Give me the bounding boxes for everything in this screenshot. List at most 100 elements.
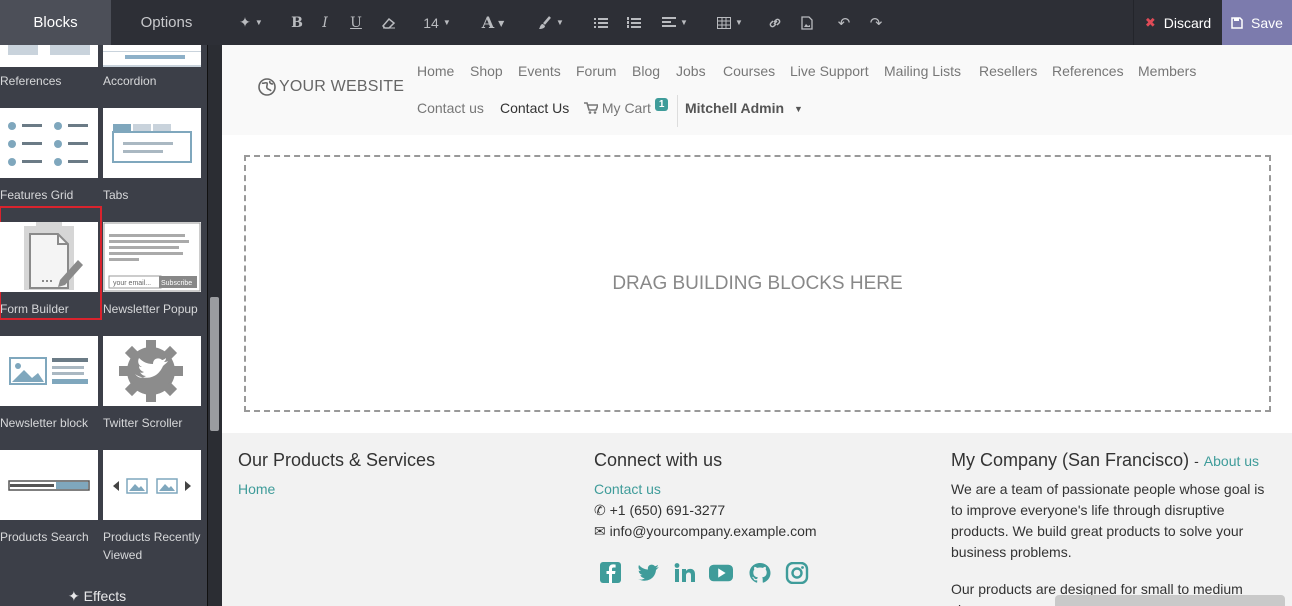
font-size-dropdown[interactable]: 14 ▼: [420, 0, 454, 45]
nav-references[interactable]: References: [1052, 63, 1124, 79]
nav-home[interactable]: Home: [417, 63, 454, 79]
undo-button[interactable]: ↶: [836, 0, 852, 45]
tab-blocks[interactable]: Blocks: [0, 0, 111, 45]
nav-blog[interactable]: Blog: [632, 63, 660, 79]
block-newsletter-popup-thumb[interactable]: your email... Subscribe: [103, 222, 201, 292]
bold-button[interactable]: B: [288, 0, 306, 45]
block-label-features-grid: Features Grid: [0, 188, 74, 202]
block-label-products-recently-viewed: Products Recently Viewed: [103, 530, 201, 562]
footer-email: ✉ info@yourcompany.example.com: [594, 523, 817, 540]
numbered-list-button[interactable]: [626, 0, 642, 45]
footer-phone: ✆ +1 (650) 691-3277: [594, 502, 725, 519]
align-left-icon: [662, 16, 677, 27]
floppy-disk-icon: [1231, 16, 1243, 29]
chat-window-tab[interactable]: [1055, 595, 1285, 606]
redo-button[interactable]: ↷: [868, 0, 884, 45]
text-color-dropdown[interactable]: A ▼: [478, 0, 508, 45]
block-label-twitter-scroller: Twitter Scroller: [103, 416, 183, 430]
block-tabs-thumb[interactable]: [103, 108, 201, 178]
nav-mailing-lists[interactable]: Mailing Lists: [884, 63, 961, 79]
sidebar-tabs: Blocks Options: [0, 0, 222, 45]
eraser-icon: [382, 17, 396, 29]
block-products-recently-viewed-thumb[interactable]: [103, 450, 201, 520]
block-form-builder-thumb[interactable]: [0, 222, 98, 292]
nav-divider: [677, 95, 678, 127]
paint-brush-icon: [539, 15, 551, 29]
nav-shop[interactable]: Shop: [470, 63, 503, 79]
redo-icon: ↷: [869, 14, 883, 32]
block-label-references: References: [0, 74, 62, 88]
block-accordion-thumb[interactable]: [103, 45, 201, 67]
footer-email-address: info@yourcompany.example.com: [609, 523, 817, 539]
eraser-button[interactable]: [380, 0, 398, 45]
discard-label: Discard: [1163, 14, 1212, 31]
user-menu[interactable]: Mitchell Admin ▼: [685, 100, 803, 116]
sidebar-scrollbar-thumb[interactable]: [210, 297, 219, 431]
style-dropdown[interactable]: ✦ ▼: [234, 0, 268, 45]
text-color-icon: A: [481, 13, 495, 32]
website-header: YOUR WEBSITE Home Shop Events Forum Blog…: [222, 45, 1292, 135]
media-button[interactable]: [799, 0, 815, 45]
chevron-down-icon: ▼: [254, 18, 263, 27]
footer-home-link[interactable]: Home: [238, 481, 275, 497]
twitter-icon[interactable]: [636, 562, 660, 584]
editor-toolbar: ✦ ▼ B I U 14 ▼ A ▼ ▼ ▼ ▼ ↶ ↷: [222, 0, 1292, 45]
cart-count-badge: 1: [654, 98, 669, 111]
popup-subscribe-text: Subscribe: [161, 280, 192, 287]
phone-icon: ✆: [594, 502, 606, 518]
block-label-form-builder: Form Builder: [0, 302, 69, 316]
effects-category[interactable]: ✦ Effects: [68, 588, 126, 605]
magic-wand-icon: ✦: [68, 588, 80, 604]
block-features-grid-thumb[interactable]: [0, 108, 98, 178]
block-twitter-scroller-thumb[interactable]: [103, 336, 201, 406]
linkedin-icon[interactable]: [673, 562, 697, 584]
block-label-accordion: Accordion: [103, 74, 157, 88]
link-button[interactable]: [767, 0, 783, 45]
chevron-down-icon: ▼: [793, 104, 803, 114]
nav-forum[interactable]: Forum: [576, 63, 616, 79]
github-icon[interactable]: [748, 562, 772, 584]
nav-contact-us-active[interactable]: Contact Us: [500, 100, 569, 116]
link-icon: [769, 18, 781, 27]
paragraph-align-dropdown[interactable]: ▼: [660, 0, 690, 45]
nav-members[interactable]: Members: [1138, 63, 1196, 79]
italic-button[interactable]: I: [318, 0, 332, 45]
nav-courses[interactable]: Courses: [723, 63, 775, 79]
block-newsletter-block-thumb[interactable]: [0, 336, 98, 406]
nav-live-support[interactable]: Live Support: [790, 63, 869, 79]
chevron-down-icon: ▼: [498, 17, 505, 28]
blocks-sidebar: Blocks Options References Accordion Feat…: [0, 0, 222, 606]
nav-jobs[interactable]: Jobs: [676, 63, 706, 79]
website-logo[interactable]: YOUR WEBSITE: [258, 78, 404, 96]
youtube-icon[interactable]: [709, 562, 733, 584]
background-color-dropdown[interactable]: ▼: [534, 0, 568, 45]
undo-icon: ↶: [837, 14, 851, 32]
shopping-cart-icon: [584, 102, 600, 114]
underline-button[interactable]: U: [348, 0, 364, 45]
nav-events[interactable]: Events: [518, 63, 561, 79]
footer-about-link[interactable]: About us: [1204, 453, 1259, 469]
save-button[interactable]: Save: [1222, 0, 1292, 45]
nav-my-cart[interactable]: My Cart 1: [584, 98, 669, 116]
block-label-tabs: Tabs: [103, 188, 129, 202]
dropzone-text: DRAG BUILDING BLOCKS HERE: [612, 272, 903, 294]
nav-resellers[interactable]: Resellers: [979, 63, 1037, 79]
tab-options[interactable]: Options: [111, 0, 222, 45]
block-references-thumb[interactable]: [0, 45, 98, 67]
table-dropdown[interactable]: ▼: [714, 0, 746, 45]
footer-contact-link[interactable]: Contact us: [594, 481, 661, 497]
envelope-icon: ✉: [594, 523, 606, 539]
nav-contact-us[interactable]: Contact us: [417, 100, 484, 116]
block-products-search-thumb[interactable]: [0, 450, 98, 520]
cart-label: My Cart: [601, 100, 651, 116]
bullet-list-button[interactable]: [593, 0, 609, 45]
logo-text: YOUR WEBSITE: [279, 78, 405, 95]
facebook-icon[interactable]: [599, 562, 623, 584]
instagram-icon[interactable]: [785, 562, 809, 584]
popup-email-placeholder: your email...: [113, 280, 151, 287]
file-image-icon: [801, 15, 813, 30]
twitter-gear-icon: [119, 340, 183, 402]
drag-blocks-dropzone[interactable]: DRAG BUILDING BLOCKS HERE: [244, 155, 1271, 412]
footer-connect-title: Connect with us: [594, 450, 723, 470]
discard-button[interactable]: ✖ Discard: [1133, 0, 1222, 45]
